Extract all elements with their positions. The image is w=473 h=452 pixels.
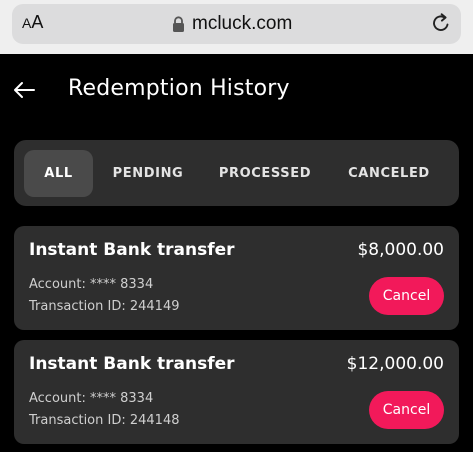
url-display[interactable]: mcluck.com (172, 11, 292, 37)
redemption-card: Instant Bank transfer $8,000.00 Account:… (14, 226, 459, 330)
page-title: Redemption History (68, 76, 290, 101)
lock-icon (173, 15, 184, 32)
address-bar[interactable]: AA mcluck.com (12, 4, 461, 44)
transaction-id: Transaction ID: 244148 (29, 413, 180, 428)
status-tabs: ALL PENDING PROCESSED CANCELED (14, 140, 459, 206)
tab-processed[interactable]: PROCESSED (210, 150, 320, 197)
reload-icon[interactable] (430, 12, 452, 34)
redemption-card: Instant Bank transfer $12,000.00 Account… (14, 340, 459, 444)
payment-method: Instant Bank transfer (29, 354, 235, 374)
tab-pending[interactable]: PENDING (104, 150, 192, 197)
browser-toolbar: AA mcluck.com (0, 0, 473, 54)
tab-all[interactable]: ALL (24, 150, 93, 197)
account-number: Account: **** 8334 (29, 277, 154, 292)
cancel-button[interactable]: Cancel (369, 277, 444, 315)
tab-canceled[interactable]: CANCELED (336, 150, 442, 197)
payment-method: Instant Bank transfer (29, 240, 235, 260)
account-number: Account: **** 8334 (29, 391, 154, 406)
text-size-small-glyph: A (22, 15, 32, 31)
cancel-button[interactable]: Cancel (369, 391, 444, 429)
text-size-large-glyph: A (31, 12, 44, 32)
transaction-id: Transaction ID: 244149 (29, 299, 180, 314)
arrow-left-icon[interactable] (12, 78, 36, 102)
url-text: mcluck.com (192, 13, 293, 34)
redemption-amount: $12,000.00 (346, 354, 444, 374)
redemption-amount: $8,000.00 (357, 240, 444, 260)
text-size-button[interactable]: AA (22, 12, 43, 33)
